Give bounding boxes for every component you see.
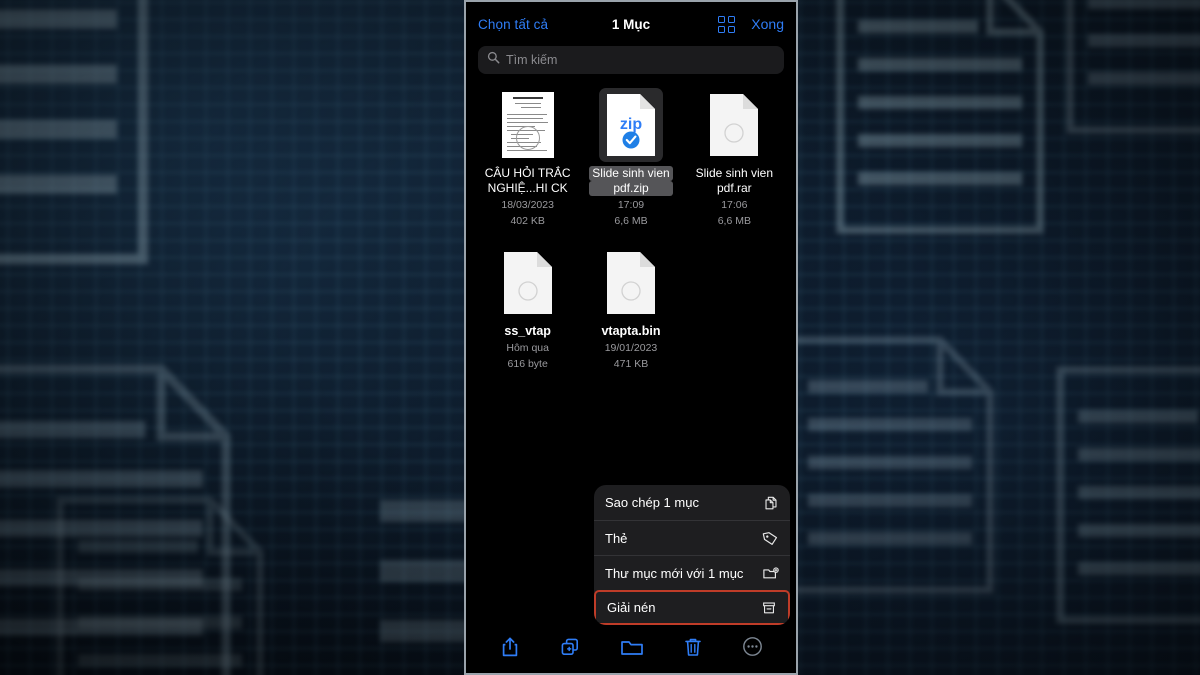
select-all-button[interactable]: Chọn tất cả <box>478 17 548 32</box>
file-name: Slide sinh vien pdf.zip <box>589 166 672 196</box>
file-name-line: NGHIỆ...HI CK <box>482 181 574 196</box>
context-menu-item-new-folder[interactable]: Thư mục mới với 1 mục <box>594 555 790 590</box>
checkmark-badge-icon <box>622 132 639 149</box>
file-name-line: vtapta.bin <box>598 324 663 339</box>
file-size: 402 KB <box>510 214 544 228</box>
duplicate-button[interactable] <box>559 636 581 663</box>
grid-cell <box>718 26 725 33</box>
new-folder-icon <box>762 565 779 582</box>
navigation-bar: Chọn tất cả 1 Mục Xong <box>466 2 796 46</box>
search-icon <box>487 51 500 69</box>
trash-icon <box>683 636 703 663</box>
context-menu-item-label: Giải nén <box>607 600 761 615</box>
doc-heading-line <box>513 97 543 99</box>
search-input[interactable] <box>506 53 775 67</box>
file-name-line: pdf.rar <box>693 181 776 196</box>
document-preview-icon[interactable] <box>496 88 560 162</box>
folder-icon <box>620 637 644 662</box>
delete-button[interactable] <box>683 636 703 663</box>
tag-icon <box>762 530 779 547</box>
search-field[interactable] <box>478 46 784 74</box>
generic-page-glyph <box>709 93 759 157</box>
file-date: 19/01/2023 <box>605 341 658 355</box>
file-size: 6,6 MB <box>718 214 751 228</box>
file-name-line: CÂU HỎI TRẮC <box>482 166 574 181</box>
nav-right-actions: Xong <box>718 16 784 33</box>
document-thumbnail <box>502 92 554 158</box>
file-item-selected[interactable]: zip Slide sinh vien pdf.zip 17:09 6,6 MB <box>579 88 682 228</box>
generic-file-icon[interactable] <box>496 246 560 320</box>
generic-file-icon[interactable] <box>599 246 663 320</box>
file-name: vtapta.bin <box>598 324 663 339</box>
file-name-line: pdf.zip <box>589 181 672 196</box>
move-to-folder-button[interactable] <box>620 637 644 662</box>
generic-page-glyph <box>606 251 656 315</box>
grid-spacer <box>683 246 786 371</box>
bottom-toolbar <box>466 625 796 673</box>
generic-file-icon[interactable] <box>702 88 766 162</box>
doc-stamp-circle <box>516 126 540 150</box>
file-item[interactable]: ss_vtap Hôm qua 616 byte <box>476 246 579 371</box>
file-item[interactable]: Slide sinh vien pdf.rar 17:06 6,6 MB <box>683 88 786 228</box>
context-menu-item-tag[interactable]: Thẻ <box>594 520 790 555</box>
share-icon <box>500 636 520 663</box>
duplicate-icon <box>559 636 581 663</box>
context-menu: Sao chép 1 mục Thẻ <box>594 485 790 625</box>
file-name-line: Slide sinh vien <box>589 166 672 181</box>
file-name-line: Slide sinh vien <box>693 166 776 181</box>
context-menu-item-label: Sao chép 1 mục <box>605 495 763 510</box>
zip-file-icon[interactable]: zip <box>599 88 663 162</box>
file-size: 616 byte <box>508 357 548 371</box>
file-item[interactable]: CÂU HỎI TRẮC NGHIỆ...HI CK 18/03/2023 40… <box>476 88 579 228</box>
grid-cell <box>718 16 725 23</box>
grid-view-icon[interactable] <box>718 16 735 33</box>
screenshot-root: Chọn tất cả 1 Mục Xong <box>0 0 1200 675</box>
search-bar-container <box>466 46 796 84</box>
context-menu-item-copy[interactable]: Sao chép 1 mục <box>594 485 790 520</box>
file-date: 18/03/2023 <box>501 198 554 212</box>
ellipsis-circle-icon <box>742 636 763 662</box>
grid-cell <box>728 16 735 23</box>
context-menu-item-uncompress[interactable]: Giải nén <box>594 590 790 625</box>
file-date: Hôm qua <box>506 341 549 355</box>
done-button[interactable]: Xong <box>751 16 784 32</box>
context-menu-item-label: Thẻ <box>605 531 762 546</box>
file-size: 471 KB <box>614 357 648 371</box>
copy-icon <box>763 495 779 511</box>
file-size: 6,6 MB <box>614 214 647 228</box>
file-item[interactable]: vtapta.bin 19/01/2023 471 KB <box>579 246 682 371</box>
generic-page-glyph <box>503 251 553 315</box>
svg-text:zip: zip <box>620 116 642 133</box>
file-name-line: ss_vtap <box>501 324 554 339</box>
context-menu-item-label: Thư mục mới với 1 mục <box>605 566 762 581</box>
file-date: 17:09 <box>618 198 644 212</box>
grid-cell <box>728 26 735 33</box>
file-name: CÂU HỎI TRẮC NGHIỆ...HI CK <box>482 166 574 196</box>
file-grid: CÂU HỎI TRẮC NGHIỆ...HI CK 18/03/2023 40… <box>466 84 796 371</box>
file-name: Slide sinh vien pdf.rar <box>693 166 776 196</box>
file-name: ss_vtap <box>501 324 554 339</box>
more-button[interactable] <box>742 636 763 662</box>
phone-screen: Chọn tất cả 1 Mục Xong <box>464 0 798 675</box>
file-date: 17:06 <box>721 198 747 212</box>
uncompress-archive-icon <box>761 600 777 616</box>
share-button[interactable] <box>500 636 520 663</box>
zip-page-glyph: zip <box>606 93 656 157</box>
